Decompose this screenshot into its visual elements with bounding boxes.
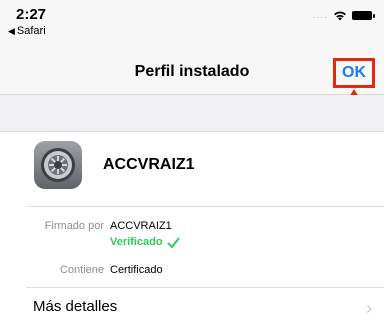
status-bar: 2:27 ◀ Safari .... [0, 0, 384, 52]
verified-status: Verificado [110, 236, 180, 248]
contains-value: Certificado [110, 264, 163, 276]
signal-icon: .... [312, 10, 328, 21]
wifi-icon [334, 11, 346, 21]
profile-name: ACCVRAIZ1 [103, 156, 195, 173]
page-title: Perfil instalado [134, 63, 250, 80]
more-details-label: Más detalles [33, 298, 118, 315]
battery-icon [352, 11, 375, 20]
status-time: 2:27 [16, 6, 47, 23]
navigation-bar: Perfil instalado [0, 52, 384, 95]
status-indicators: .... [312, 10, 375, 21]
signed-by-value: ACCVRAIZ1 [110, 220, 172, 232]
ok-button[interactable]: OK [333, 58, 375, 88]
settings-gear-icon [34, 141, 82, 189]
section-gap [0, 95, 384, 131]
contains-label: Contiene [59, 264, 104, 276]
divider [26, 206, 384, 207]
verified-label: Verificado [110, 236, 163, 248]
signed-by-label: Firmado por [44, 220, 104, 232]
back-to-safari-link[interactable]: ◀ Safari [8, 25, 46, 37]
back-app-label: Safari [16, 25, 46, 37]
checkmark-icon [166, 236, 180, 248]
chevron-right-icon: › [366, 298, 372, 318]
more-details-row[interactable]: Más detalles › [0, 288, 384, 329]
back-triangle-icon: ◀ [8, 26, 15, 36]
